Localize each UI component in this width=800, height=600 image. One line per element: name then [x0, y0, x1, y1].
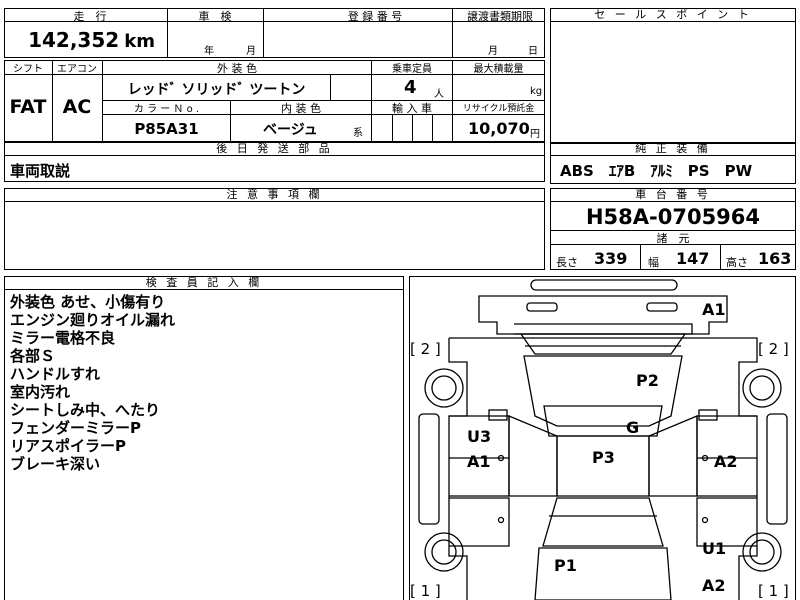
shift-value: FAT — [9, 96, 47, 118]
height-label: 高さ — [726, 256, 748, 269]
bracket-mark: [ 1 ] — [410, 582, 441, 600]
inspector-line: 外装色 あせ、小傷有り — [10, 293, 166, 311]
transfer-day: 日 — [528, 46, 538, 57]
sales-point-label: セ ー ル ス ポ イ ン ト — [550, 8, 796, 22]
inspector-line: 各部Ｓ — [10, 347, 56, 365]
chassis-value: H58A-0705964 — [585, 205, 761, 229]
length-label: 長さ — [556, 256, 578, 269]
notes-label: 注 意 事 項 欄 — [4, 188, 545, 202]
registration-label: 登 録 番 号 — [347, 10, 403, 23]
later-parts-value: 車両取説 — [10, 162, 71, 180]
inspector-line: フェンダーミラーP — [10, 419, 141, 437]
damage-mark: U3 — [467, 427, 492, 446]
aircon-value: AC — [62, 96, 92, 118]
damage-mark: U1 — [702, 539, 727, 558]
inspection-year: 年 — [204, 46, 214, 57]
inspection-label: 車 検 — [198, 10, 232, 23]
bracket-mark: [ 1 ] — [758, 582, 789, 600]
max-load-unit: kg — [530, 86, 543, 97]
width-value: 147 — [676, 249, 710, 268]
bracket-mark: [ 2 ] — [758, 340, 789, 358]
transfer-month: 月 — [488, 46, 498, 57]
mileage-label: 走 行 — [73, 10, 107, 23]
width-label: 幅 — [648, 256, 659, 269]
damage-mark: A1 — [467, 452, 491, 471]
transfer-label: 譲渡書類期限 — [467, 10, 533, 23]
inspector-line: リアスポイラーP — [10, 437, 126, 455]
inspector-line: シートしみ中、へたり — [10, 401, 161, 419]
exterior-color-value: レッドﾞ ソリッドﾞ ツートン — [127, 82, 306, 98]
inspector-notes: 外装色 あせ、小傷有り エンジン廻りオイル漏れ ミラー電格不良 各部Ｓ ハンドル… — [10, 293, 175, 473]
interior-label: 内 装 色 — [281, 102, 321, 115]
chassis-label: 車 台 番 号 — [550, 188, 796, 202]
equipment-value: ABS ｴｱB ｱﾙﾐ PS PW — [560, 162, 753, 180]
damage-mark: P1 — [554, 556, 577, 575]
damage-mark: A2 — [714, 452, 738, 471]
shift-label: シフト — [13, 64, 43, 75]
color-no-value: P85A31 — [134, 120, 199, 138]
aircon-label: エアコン — [57, 64, 97, 75]
recycle-label: リサイクル預託金 — [462, 104, 535, 114]
inspector-label: 検 査 員 記 入 欄 — [4, 276, 404, 290]
inspection-month: 月 — [246, 46, 256, 57]
max-load-label: 最大積載量 — [473, 64, 524, 75]
damage-mark: A1 — [702, 300, 726, 319]
damage-mark: G — [626, 418, 640, 437]
equipment-label: 純 正 装 備 — [550, 142, 796, 156]
mileage-value: 142,352 km — [28, 28, 155, 52]
inspector-line: エンジン廻りオイル漏れ — [10, 311, 176, 329]
color-no-label: カ ラ ー Ｎ o . — [133, 104, 200, 115]
sales-point-box — [550, 8, 796, 144]
later-parts-label: 後 日 発 送 部 品 — [4, 142, 545, 156]
inspector-line: 室内汚れ — [10, 383, 71, 401]
height-value: 163 — [758, 249, 792, 268]
inspector-line: ブレーキ深い — [10, 455, 101, 473]
length-value: 339 — [594, 249, 628, 268]
bracket-mark: [ 2 ] — [410, 340, 441, 358]
damage-mark: A2 — [702, 576, 726, 595]
capacity-label: 乗車定員 — [392, 64, 432, 75]
damage-mark: P3 — [592, 448, 615, 467]
damage-mark: P2 — [636, 371, 659, 390]
inspector-line: ミラー電格不良 — [10, 329, 116, 347]
inspector-line: ハンドルすれ — [10, 365, 101, 383]
